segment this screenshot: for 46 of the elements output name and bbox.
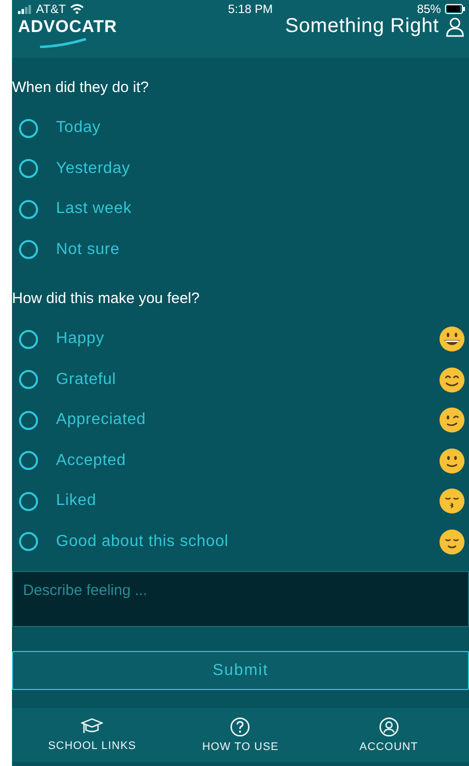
account-icon[interactable] (378, 717, 399, 737)
radio-button[interactable] (19, 159, 38, 178)
page-title: Something Right (285, 15, 439, 38)
option-label[interactable]: Today (56, 119, 465, 138)
option-label[interactable]: Grateful (56, 370, 439, 389)
feeling-field[interactable]: Describe feeling ... (12, 571, 469, 627)
nav-tab[interactable]: ACCOUNT (360, 741, 418, 753)
swoosh-icon (38, 38, 88, 48)
question-text: How did this make you feel? (12, 290, 201, 307)
app-logo: ADVOCATR (18, 17, 118, 37)
graduation-cap-icon[interactable] (81, 718, 104, 736)
option-label[interactable]: Appreciated (56, 411, 439, 430)
option-label[interactable]: Liked (56, 492, 439, 510)
option-label[interactable]: Yesterday (56, 160, 465, 178)
radio-button[interactable] (19, 492, 38, 511)
radio-button[interactable] (19, 330, 38, 349)
signal-icon (18, 4, 32, 14)
time-text: 5:18 PM (228, 2, 273, 16)
user-icon[interactable] (445, 16, 465, 36)
smiley-icon (439, 488, 465, 514)
carrier-text: AT&T (36, 2, 66, 16)
nav-tab[interactable]: HOW TO USE (202, 741, 279, 753)
radio-button[interactable] (19, 410, 38, 430)
smiley-icon (439, 326, 465, 352)
radio-button[interactable] (19, 240, 38, 260)
submit-button[interactable]: Submit (12, 651, 469, 690)
battery-icon (444, 4, 465, 14)
radio-button[interactable] (19, 451, 38, 470)
option-label[interactable]: Happy (56, 330, 439, 348)
radio-button[interactable] (19, 532, 38, 552)
option-label[interactable]: Last week (56, 200, 465, 218)
radio-button[interactable] (19, 200, 38, 219)
radio-button[interactable] (19, 118, 38, 138)
battery-text: 85% (416, 2, 441, 16)
option-label[interactable]: Good about this school (56, 532, 439, 551)
option-label[interactable]: Accepted (56, 452, 439, 470)
option-label[interactable]: Not sure (56, 240, 465, 259)
smiley-icon (439, 407, 465, 434)
smiley-icon (439, 448, 465, 474)
radio-button[interactable] (19, 370, 38, 390)
nav-tab[interactable]: SCHOOL LINKS (48, 740, 136, 752)
wifi-icon (70, 4, 84, 14)
smiley-icon (439, 528, 465, 555)
help-icon[interactable] (230, 717, 250, 737)
question-text: When did they do it? (12, 79, 150, 96)
smiley-icon (439, 366, 465, 393)
